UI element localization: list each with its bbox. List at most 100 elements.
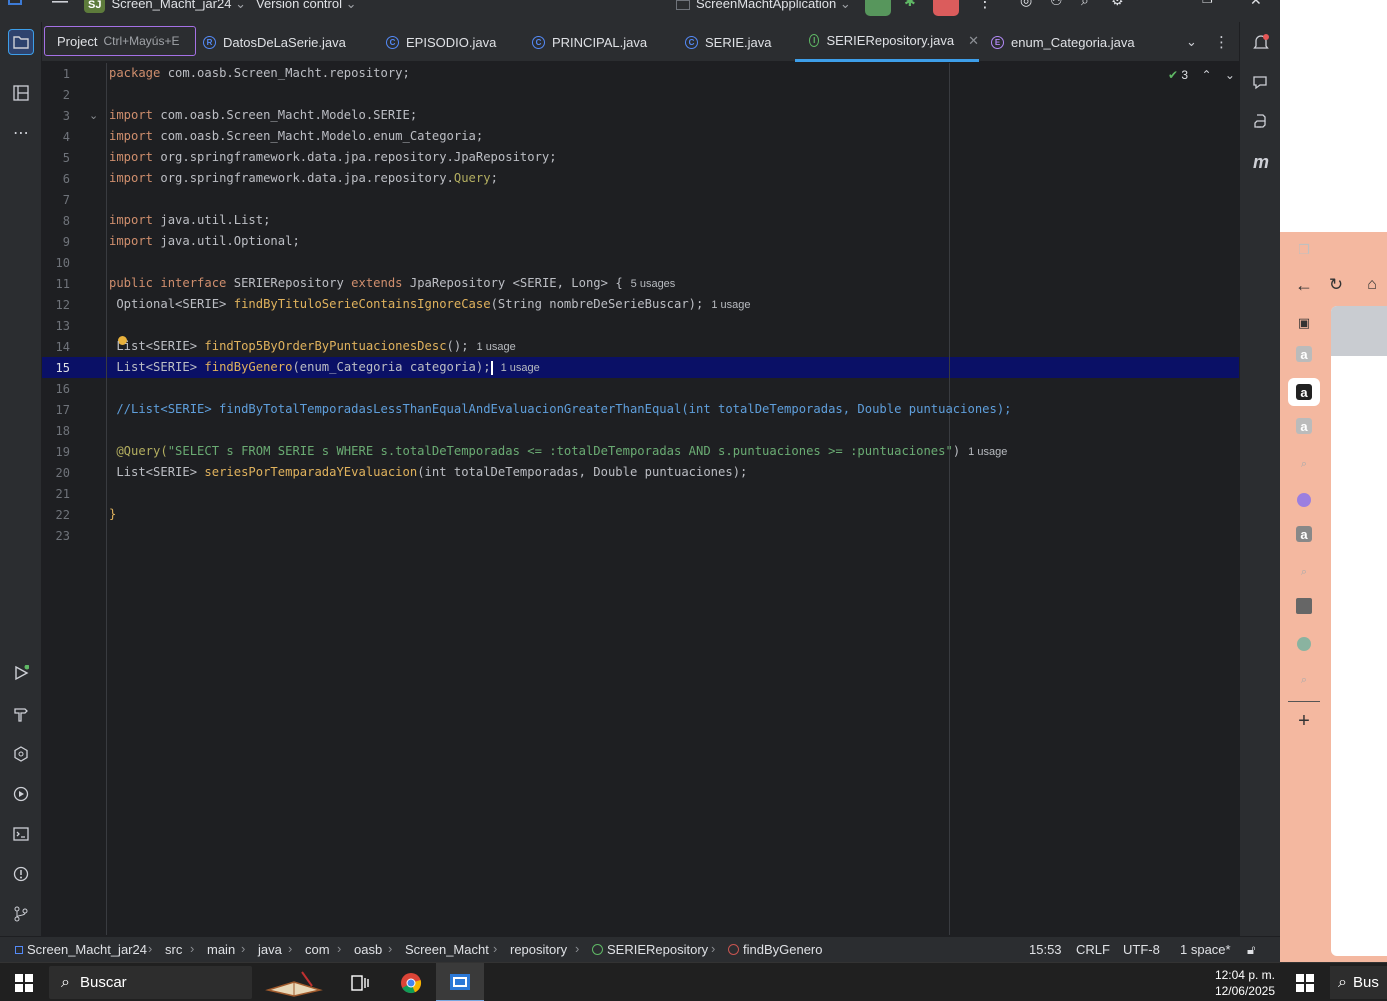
search-tab-icon[interactable]: ⌕ (1294, 562, 1314, 582)
line-number[interactable]: 10 (48, 256, 70, 270)
line-number[interactable]: 17 (48, 403, 70, 417)
tab-serierepository[interactable]: I SERIERepository.java ✕ (795, 22, 979, 62)
start-button-secondary[interactable] (1293, 963, 1317, 1001)
services-tool-icon[interactable] (8, 741, 34, 767)
lock-icon[interactable]: 🔓︎ (1247, 942, 1255, 958)
line-number[interactable]: 16 (48, 382, 70, 396)
back-icon[interactable]: ← (1294, 275, 1314, 295)
shield-tab-icon[interactable] (1294, 634, 1314, 654)
line-number[interactable]: 22 (48, 508, 70, 522)
caret-position[interactable]: 15:53 (1029, 942, 1062, 957)
fold-imports-icon[interactable]: ⌄ (89, 109, 98, 122)
search-tab-icon[interactable]: ⌕ (1294, 670, 1314, 690)
close-tab-icon[interactable]: ✕ (968, 33, 979, 49)
line-number[interactable]: 23 (48, 529, 70, 543)
amazon-tab-icon[interactable]: a (1296, 418, 1312, 434)
line-number[interactable]: 12 (48, 298, 70, 312)
purple-site-tab-icon[interactable] (1294, 490, 1314, 510)
vcs-menu[interactable]: Version control ⌄ (256, 0, 357, 12)
restore-window-icon[interactable]: ❐ (1202, 0, 1213, 6)
file-encoding[interactable]: UTF-8 (1123, 942, 1160, 957)
line-number[interactable]: 20 (48, 466, 70, 480)
code-with-me-icon[interactable]: ◎ (1020, 0, 1032, 9)
prev-highlight-icon[interactable]: ⌃ (1201, 68, 1211, 82)
app-menu-icon[interactable] (8, 0, 22, 11)
more-tools-icon[interactable]: ⋯ (8, 120, 34, 146)
breadcrumb-oasb[interactable]: oasb (354, 942, 382, 957)
search-icon[interactable]: ⌕ (1081, 0, 1089, 9)
start-button[interactable] (12, 963, 36, 1001)
more-actions-icon[interactable]: ⋮ (977, 0, 993, 12)
hamburger-menu-icon[interactable] (52, 0, 68, 11)
breadcrumb-screen-macht[interactable]: Screen_Macht (405, 942, 489, 957)
add-user-icon[interactable]: ⚇ (1050, 0, 1063, 9)
taskbar-search[interactable]: ⌕ Buscar (49, 966, 252, 999)
line-number[interactable]: 4 (48, 130, 70, 144)
breadcrumb-java[interactable]: java (258, 942, 282, 957)
terminal-tool-icon[interactable] (8, 821, 34, 847)
home-icon[interactable]: ⌂ (1362, 275, 1382, 295)
run-config-selector[interactable]: ScreenMachtApplication ⌄ (676, 0, 851, 12)
tab-principal[interactable]: C PRINCIPAL.java (532, 22, 647, 62)
inspection-widget[interactable]: ✔ 3 ⌃ ⌄ (1168, 68, 1235, 82)
close-window-icon[interactable]: ✕ (1250, 0, 1262, 9)
breadcrumb-com[interactable]: com (305, 942, 330, 957)
run-tool-icon[interactable] (8, 660, 34, 686)
indent-setting[interactable]: 1 space* (1180, 942, 1231, 957)
active-app-icon[interactable] (436, 963, 484, 1001)
search-tab-icon[interactable]: ⌕ (1294, 454, 1314, 474)
line-separator[interactable]: CRLF (1076, 942, 1110, 957)
line-number[interactable]: 2 (48, 88, 70, 102)
line-number[interactable]: 14 (48, 340, 70, 354)
problems-tool-icon[interactable] (8, 861, 34, 887)
debug-tool-icon[interactable] (8, 781, 34, 807)
site-tab-icon[interactable] (1296, 598, 1312, 614)
amazon-active-tab-icon[interactable]: a (1288, 378, 1320, 406)
line-number[interactable]: 7 (48, 193, 70, 207)
breadcrumb-src[interactable]: src (165, 942, 182, 957)
breadcrumb-serierepository[interactable]: SERIERepository (592, 942, 708, 957)
python-console-icon[interactable] (1248, 109, 1274, 135)
notifications-icon[interactable] (1248, 29, 1274, 55)
line-number[interactable]: 9 (48, 235, 70, 249)
run-button[interactable] (865, 0, 891, 16)
taskbar-search-secondary[interactable]: ⌕ Bus (1330, 966, 1387, 999)
tab-enum-categoria[interactable]: Eenum_Categoria.java (991, 22, 1135, 62)
line-number[interactable]: 6 (48, 172, 70, 186)
stop-button[interactable] (933, 0, 959, 16)
breadcrumb-project[interactable]: Screen_Macht_jar24 (15, 942, 147, 957)
build-tool-icon[interactable] (8, 701, 34, 727)
structure-tool-icon[interactable] (8, 80, 34, 106)
project-switcher[interactable]: SJ Screen_Macht_jar24 ⌄ (84, 0, 246, 13)
line-number[interactable]: 21 (48, 487, 70, 501)
project-tool-icon[interactable] (8, 29, 34, 55)
line-number[interactable]: 1 (48, 67, 70, 81)
line-number[interactable]: 18 (48, 424, 70, 438)
tab-datosdelaserie[interactable]: R DatosDeLaSerie.java (203, 22, 346, 62)
reload-icon[interactable]: ↻ (1326, 275, 1346, 295)
chrome-icon[interactable] (396, 963, 426, 1001)
maven-icon[interactable]: m (1248, 149, 1274, 175)
debug-icon[interactable]: ✱ (904, 0, 916, 10)
settings-icon[interactable]: ⚙ (1111, 0, 1124, 9)
workspaces-icon[interactable]: ❒ (1294, 240, 1314, 260)
tab-options-icon[interactable]: ⋮ (1214, 22, 1229, 62)
amazon-tab-icon[interactable]: a (1296, 346, 1312, 362)
line-number[interactable]: 15 (48, 361, 70, 375)
line-number[interactable]: 19 (48, 445, 70, 459)
task-view-icon[interactable] (345, 963, 375, 1001)
tab-serie[interactable]: C SERIE.java (685, 22, 771, 62)
line-number[interactable]: 13 (48, 319, 70, 333)
new-tab-icon[interactable]: + (1294, 710, 1314, 732)
code-editor[interactable]: 1 2 3 4 5 6 7 8 9 10 11 12 13 14 15 16 17 18 19 20 21 22 23 ⌄ … (42, 63, 1239, 935)
line-number[interactable]: 11 (48, 277, 70, 291)
breadcrumb-repository[interactable]: repository (510, 942, 567, 957)
tab-episodio[interactable]: C EPISODIO.java (386, 22, 496, 62)
ai-assistant-icon[interactable] (1248, 70, 1274, 96)
tab-actions-icon[interactable]: ▣ (1294, 313, 1314, 333)
system-clock[interactable]: 12:04 p. m. 12/06/2025 (1203, 967, 1275, 999)
next-highlight-icon[interactable]: ⌄ (1225, 68, 1235, 82)
tab-list-chevron-icon[interactable]: ⌄ (1186, 22, 1197, 62)
amazon-tab-icon[interactable]: a (1296, 526, 1312, 542)
line-number[interactable]: 3 (48, 109, 70, 123)
